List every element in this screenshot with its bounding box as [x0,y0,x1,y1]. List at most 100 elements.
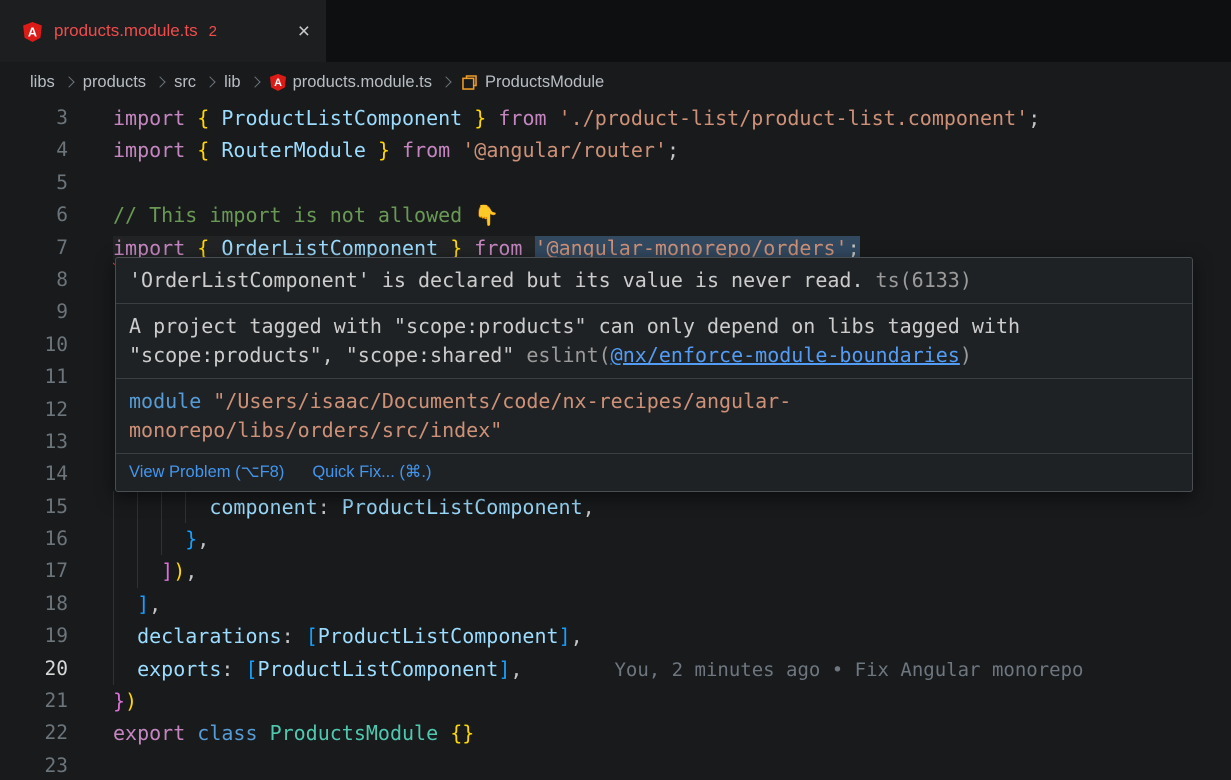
line-number[interactable]: 16 [0,523,68,555]
eslint-rule-link[interactable]: @nx/enforce-module-boundaries [611,343,960,367]
code-token: // This import is not allowed 👇 [113,203,499,227]
line-number[interactable]: 7 [0,232,68,264]
code-token: ProductsModule [270,721,439,745]
hover-widget: 'OrderListComponent' is declared but its… [115,257,1193,492]
hover-line: module "/Users/isaac/Documents/code/nx-r… [129,387,1179,416]
view-problem-action[interactable]: View Problem (⌥F8) [129,462,284,482]
chevron-right-icon [204,76,215,87]
indent-guide [113,653,114,685]
hover-text: module [129,389,201,413]
svg-text:A: A [274,77,282,89]
line-number[interactable]: 3 [0,102,68,134]
code-token: , [185,559,197,583]
code-token [113,624,137,648]
code-token [390,138,402,162]
tab-close-icon[interactable]: × [298,21,310,42]
line-number[interactable]: 19 [0,620,68,652]
line-number[interactable]: 8 [0,264,68,296]
breadcrumb-label: products [83,73,146,92]
chevron-right-icon [154,76,165,87]
breadcrumb-item-lib[interactable]: lib [224,73,241,92]
line-number[interactable]: 17 [0,555,68,587]
git-blame-annotation: You, 2 minutes ago • Fix Angular monorep… [614,659,1083,681]
code-token: } [474,106,486,130]
code-token: export [113,721,185,745]
code-line-21: 21}) [0,685,1231,717]
code-token [330,495,342,519]
error-squiggle: import { OrderListComponent } from '@ang… [113,236,860,260]
hover-text: 'OrderListComponent' is declared but its… [129,268,864,292]
code-content[interactable]: ]), [113,555,197,587]
code-content[interactable]: import { RouterModule } from '@angular/r… [113,134,679,166]
tab-products-module[interactable]: A products.module.ts 2 × [0,0,326,62]
code-token: , [510,657,522,681]
code-token: , [571,624,583,648]
code-token: ; [848,236,860,260]
code-token [294,624,306,648]
code-token: ProductListComponent [318,624,559,648]
code-token: class [197,721,257,745]
code-token [366,138,378,162]
indent-guide [137,555,138,587]
code-content[interactable]: ], [113,588,161,620]
code-content[interactable]: }, [113,523,209,555]
line-number[interactable]: 14 [0,458,68,490]
hover-text: eslint( [526,343,610,367]
line-number[interactable]: 23 [0,750,68,780]
line-number[interactable]: 9 [0,296,68,328]
code-token [486,106,498,130]
hover-section-2: A project tagged with "scope:products" c… [116,304,1192,379]
code-line-15: 15 component: ProductListComponent, [0,491,1231,523]
line-number[interactable]: 11 [0,361,68,393]
code-token: } [378,138,390,162]
chevron-right-icon [440,76,451,87]
code-token [113,592,137,616]
breadcrumb-item-file[interactable]: A products.module.ts [269,73,432,92]
code-content[interactable]: export class ProductsModule {} [113,717,474,749]
line-number[interactable]: 20 [0,653,68,685]
line-number[interactable]: 10 [0,329,68,361]
code-token: ] [559,624,571,648]
indent-guide [185,491,186,523]
line-number[interactable]: 21 [0,685,68,717]
code-content[interactable]: // This import is not allowed 👇 [113,199,499,231]
code-content[interactable]: }) [113,685,137,717]
indent-guide [161,491,162,523]
hover-text: A project tagged with "scope:products" c… [129,314,1020,338]
line-number[interactable]: 13 [0,426,68,458]
code-token: '@angular/router' [462,138,667,162]
code-content[interactable]: declarations: [ProductListComponent], [113,620,583,652]
code-token: import [113,106,185,130]
line-number[interactable]: 6 [0,199,68,231]
breadcrumb-item-libs[interactable]: libs [30,73,55,92]
hover-line: monorepo/libs/orders/src/index" [129,416,1179,445]
line-number[interactable]: 12 [0,394,68,426]
code-token: '@angular-monorepo/orders' [535,236,848,260]
angular-icon: A [22,21,43,42]
line-number[interactable]: 22 [0,717,68,749]
line-number[interactable]: 18 [0,588,68,620]
code-token: ) [125,689,137,713]
line-number[interactable]: 15 [0,491,68,523]
breadcrumb-item-symbol-productsmodule[interactable]: ProductsModule [460,73,604,92]
code-content[interactable]: import { ProductListComponent } from './… [113,102,1040,134]
breadcrumb-item-products[interactable]: products [83,73,146,92]
code-line-6: 6 // This import is not allowed 👇 [0,199,1231,231]
hover-text: monorepo/libs/orders/src/index" [129,418,502,442]
hover-line: A project tagged with "scope:products" c… [129,312,1179,341]
code-token [522,236,534,260]
chevron-right-icon [249,76,260,87]
indent-guide [113,620,114,652]
angular-icon: A [269,73,287,91]
code-token [185,138,197,162]
line-number[interactable]: 4 [0,134,68,166]
code-token [185,236,197,260]
quick-fix-action[interactable]: Quick Fix... (⌘.) [312,462,431,482]
line-number[interactable]: 5 [0,167,68,199]
code-content[interactable]: exports: [ProductListComponent],You, 2 m… [113,653,1083,685]
code-content[interactable]: component: ProductListComponent, [113,491,595,523]
code-token: { [197,236,209,260]
code-token [209,236,221,260]
code-line-22: 22 export class ProductsModule {} [0,717,1231,749]
breadcrumb-item-src[interactable]: src [174,73,196,92]
